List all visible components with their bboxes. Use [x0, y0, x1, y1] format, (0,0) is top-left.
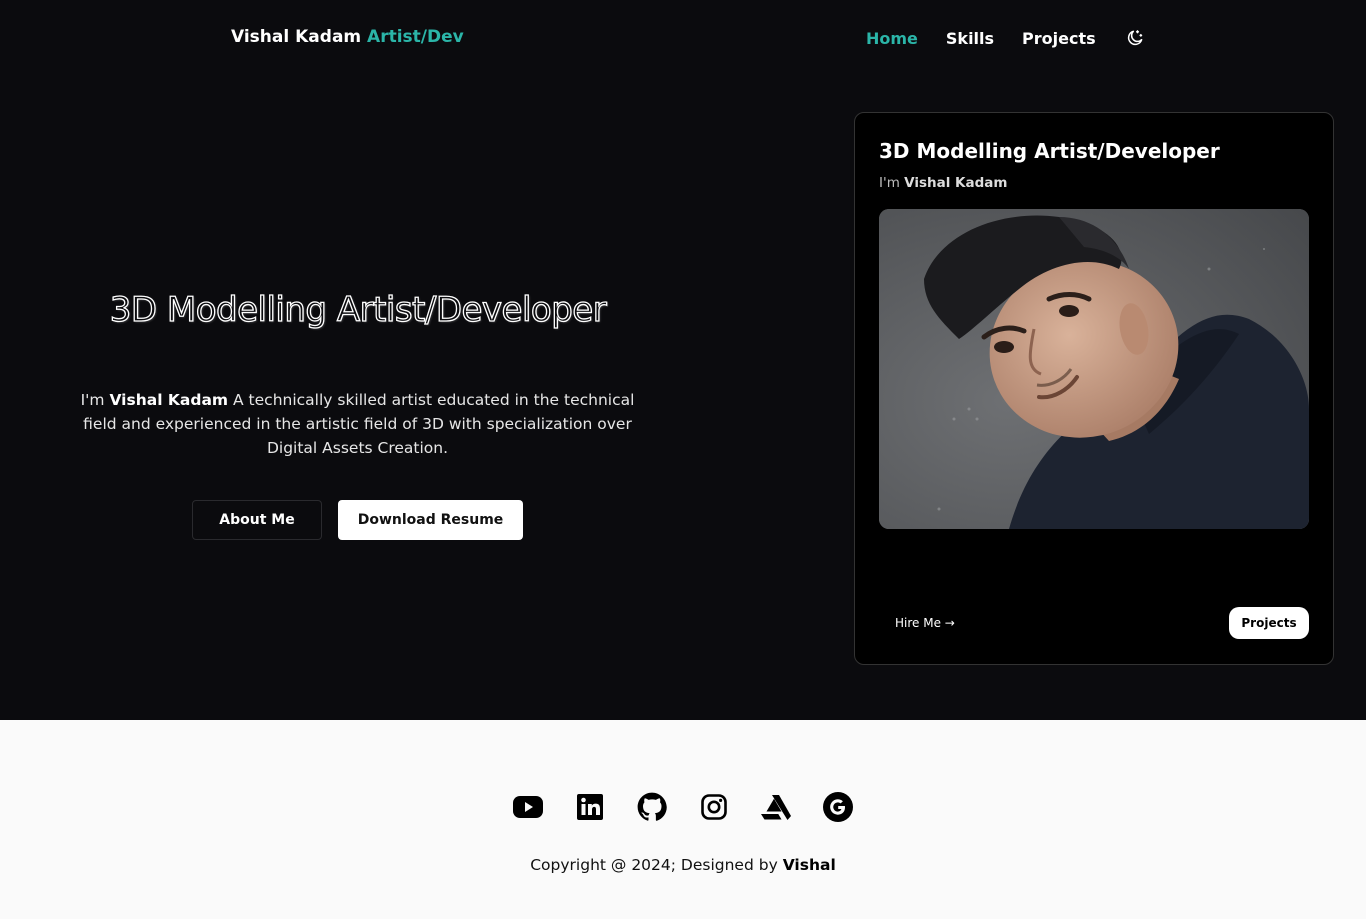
google-icon[interactable] — [820, 790, 856, 824]
copyright-text: Copyright @ 2024; Designed by — [530, 856, 778, 874]
download-resume-button[interactable]: Download Resume — [338, 500, 523, 540]
brand-accent: Artist/Dev — [367, 27, 464, 47]
hero-title: 3D Modelling Artist/Developer — [109, 289, 607, 330]
hire-me-link[interactable]: Hire Me → — [895, 616, 955, 630]
card-subtitle: I'm Vishal Kadam — [879, 175, 1007, 191]
hero-intro-prefix: I'm — [80, 391, 105, 409]
card-intro-prefix: I'm — [879, 175, 900, 191]
nav-skills[interactable]: Skills — [946, 29, 994, 48]
nav-home[interactable]: Home — [866, 29, 918, 48]
about-me-button[interactable]: About Me — [192, 500, 322, 540]
instagram-icon[interactable] — [696, 790, 732, 824]
youtube-icon[interactable] — [510, 790, 546, 824]
linkedin-icon[interactable] — [572, 790, 608, 824]
brand-name: Vishal Kadam — [231, 27, 362, 47]
hero-description: I'm Vishal Kadam A technically skilled a… — [70, 388, 645, 460]
card-title: 3D Modelling Artist/Developer — [879, 139, 1220, 163]
hero-section: Vishal Kadam Artist/Dev Home Skills Proj… — [0, 0, 1366, 720]
brand-logo[interactable]: Vishal Kadam Artist/Dev — [231, 27, 464, 47]
main-nav: Home Skills Projects — [866, 27, 1146, 49]
nav-projects[interactable]: Projects — [1022, 29, 1096, 48]
projects-button[interactable]: Projects — [1229, 607, 1309, 639]
artstation-icon[interactable] — [758, 790, 794, 824]
profile-photo — [879, 209, 1309, 529]
hero-name: Vishal Kadam — [109, 391, 229, 409]
card-name: Vishal Kadam — [904, 175, 1008, 191]
designer-name: Vishal — [782, 856, 836, 874]
profile-card: 3D Modelling Artist/Developer I'm Vishal… — [854, 112, 1334, 665]
moon-stars-icon[interactable] — [1124, 27, 1146, 49]
copyright: Copyright @ 2024; Designed by Vishal — [0, 856, 1366, 874]
social-links — [510, 790, 882, 824]
github-icon[interactable] — [634, 790, 670, 824]
